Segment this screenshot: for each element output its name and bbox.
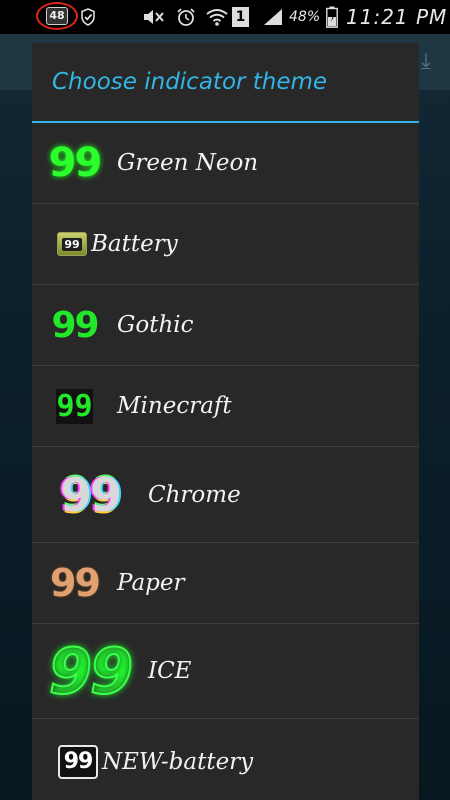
theme-item-ice[interactable]: 99 ICE xyxy=(32,624,419,719)
theme-item-minecraft[interactable]: 99 Minecraft xyxy=(32,366,419,447)
theme-item-label: Paper xyxy=(117,570,185,596)
green-neon-thumbnail: 99 xyxy=(32,140,117,186)
theme-item-gothic[interactable]: 99 Gothic xyxy=(32,285,419,366)
minecraft-digits: 99 xyxy=(56,388,93,424)
wifi-icon xyxy=(205,0,229,34)
theme-item-label: ICE xyxy=(148,658,192,684)
ice-thumbnail: 99 xyxy=(32,634,148,709)
highlight-ring xyxy=(36,2,78,30)
ice-digits: 99 xyxy=(48,634,134,709)
theme-dialog: Choose indicator theme 99 Green Neon 99 … xyxy=(32,43,419,800)
new-battery-theme-icon: 99 xyxy=(58,744,98,779)
new-battery-digits: 99 xyxy=(63,749,94,774)
mute-icon xyxy=(142,0,166,34)
clock: 11:21 PM xyxy=(346,5,448,29)
signal-icon xyxy=(262,0,284,34)
theme-item-label: Minecraft xyxy=(117,393,232,419)
green-neon-digits: 99 xyxy=(48,140,103,186)
theme-item-label: Chrome xyxy=(148,481,241,508)
theme-item-label: NEW-battery xyxy=(102,748,254,775)
gothic-thumbnail: 99 xyxy=(32,305,117,346)
shield-check-icon xyxy=(80,0,96,34)
battery-theme-icon: 99 xyxy=(57,232,87,256)
dialog-title: Choose indicator theme xyxy=(52,69,328,95)
gothic-digits: 99 xyxy=(51,304,99,346)
new-battery-thumbnail: 99 xyxy=(32,744,102,779)
battery-icon xyxy=(326,0,338,34)
theme-item-green-neon[interactable]: 99 Green Neon xyxy=(32,123,419,204)
theme-item-label: Green Neon xyxy=(117,150,259,176)
theme-item-battery[interactable]: 99 Battery xyxy=(32,204,419,285)
paper-digits: 99 xyxy=(50,561,101,605)
theme-item-new-battery[interactable]: 99 NEW-battery xyxy=(32,719,419,800)
theme-list: 99 Green Neon 99 Battery 99 Gothic 99 Mi… xyxy=(32,123,419,800)
theme-item-paper[interactable]: 99 Paper xyxy=(32,543,419,624)
sim-slot-icon: 1 xyxy=(232,0,249,34)
theme-item-chrome[interactable]: 99 Chrome xyxy=(32,447,419,543)
chrome-digits: 99 xyxy=(59,467,122,522)
battery-percent: 48% xyxy=(289,9,321,25)
battery-thumbnail: 99 xyxy=(32,232,91,256)
alarm-icon xyxy=(176,0,196,34)
theme-item-label: Battery xyxy=(91,231,178,257)
minecraft-thumbnail: 99 xyxy=(32,388,117,424)
paper-thumbnail: 99 xyxy=(32,561,117,605)
sim-slot-label: 1 xyxy=(232,7,249,27)
theme-item-label: Gothic xyxy=(117,312,194,338)
chrome-thumbnail: 99 xyxy=(32,468,148,522)
status-bar: 48 1 48% 11:21 PM xyxy=(0,0,450,34)
battery-digits: 99 xyxy=(62,237,82,251)
